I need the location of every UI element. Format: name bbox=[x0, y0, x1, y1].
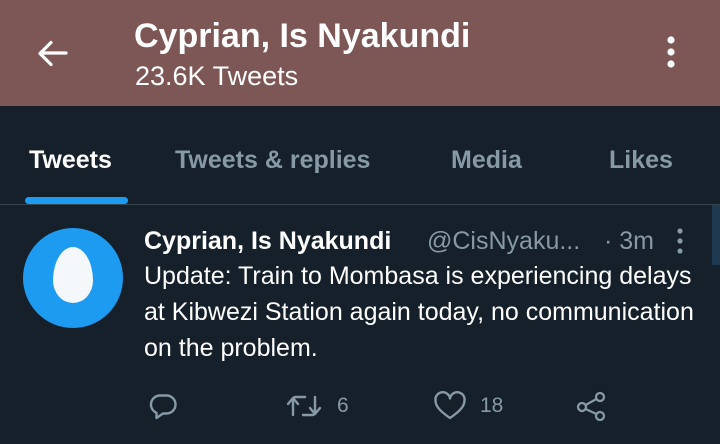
scrollbar-thumb[interactable] bbox=[712, 205, 720, 265]
retweet-count: 6 bbox=[337, 394, 349, 417]
tab-tweets[interactable]: Tweets bbox=[29, 146, 112, 175]
back-button[interactable] bbox=[32, 34, 72, 74]
tweet-text: Update: Train to Mombasa is experiencing… bbox=[144, 262, 694, 362]
overflow-menu-button[interactable] bbox=[656, 32, 686, 72]
share-button[interactable] bbox=[576, 391, 610, 421]
heart-icon bbox=[434, 391, 466, 420]
profile-name-title: Cyprian, Is Nyakundi bbox=[134, 17, 471, 55]
retweet-button[interactable]: 6 bbox=[286, 391, 366, 421]
tweet-author-handle[interactable]: @CisNyaku... bbox=[427, 224, 580, 258]
tab-likes[interactable]: Likes bbox=[609, 146, 673, 175]
tweet-item[interactable]: Cyprian, Is Nyakundi @CisNyaku... · 3m U… bbox=[0, 205, 720, 444]
profile-tabs: Tweets Tweets & replies Media Likes bbox=[0, 106, 720, 204]
tweet-more-button[interactable] bbox=[670, 227, 690, 255]
tab-tweets-replies[interactable]: Tweets & replies bbox=[175, 146, 370, 175]
more-vertical-icon bbox=[677, 228, 683, 254]
like-button[interactable]: 18 bbox=[433, 391, 513, 421]
active-tab-indicator bbox=[25, 197, 128, 204]
share-icon bbox=[576, 391, 606, 421]
more-vertical-icon bbox=[667, 36, 675, 68]
tweet-timestamp: · 3m bbox=[604, 227, 654, 255]
profile-header: Cyprian, Is Nyakundi 23.6K Tweets bbox=[0, 0, 720, 106]
avatar[interactable] bbox=[23, 228, 123, 328]
reply-button[interactable] bbox=[148, 391, 182, 421]
like-count: 18 bbox=[480, 394, 504, 417]
tweet-count: 23.6K Tweets bbox=[135, 61, 299, 91]
reply-icon bbox=[149, 394, 177, 420]
tab-media[interactable]: Media bbox=[451, 146, 522, 175]
tweet-author-name[interactable]: Cyprian, Is Nyakundi bbox=[144, 224, 391, 258]
retweet-icon bbox=[286, 395, 322, 417]
back-arrow-icon bbox=[38, 40, 68, 67]
default-egg-avatar-icon bbox=[53, 247, 93, 303]
